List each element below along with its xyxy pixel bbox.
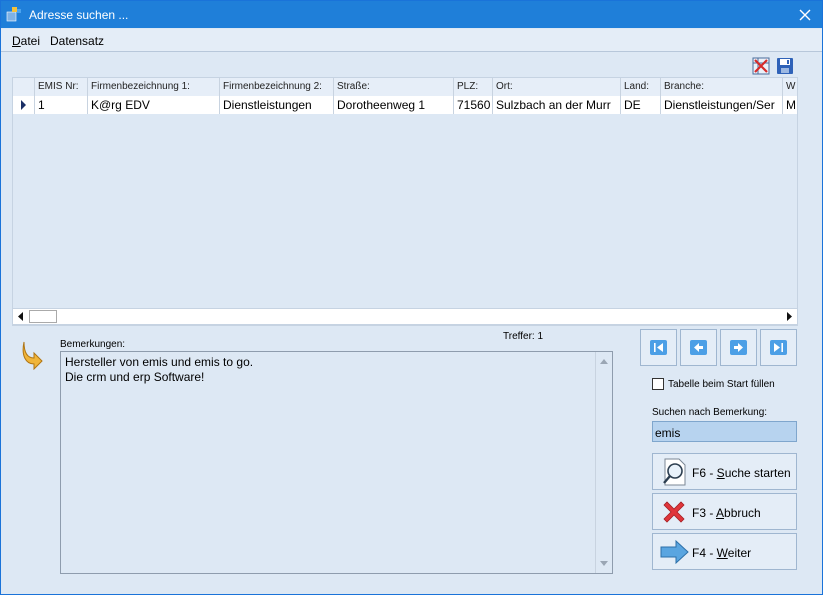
app-icon <box>6 7 21 22</box>
column-header-ort[interactable]: Ort: <box>493 78 621 96</box>
row-selector[interactable] <box>13 96 35 114</box>
results-grid[interactable]: EMIS Nr: Firmenbezeichnung 1: Firmenbeze… <box>12 77 798 326</box>
menu-datensatz[interactable]: Datensatz <box>50 34 104 48</box>
cancel-x-icon <box>663 501 685 523</box>
grid-header: EMIS Nr: Firmenbezeichnung 1: Firmenbeze… <box>13 78 797 96</box>
cancel-button[interactable]: F3 - Abbruch <box>652 493 797 530</box>
column-header-branche[interactable]: Branche: <box>661 78 783 96</box>
search-remark-label: Suchen nach Bemerkung: <box>652 407 768 418</box>
first-record-button[interactable] <box>640 329 677 366</box>
hits-count: Treffer: 1 <box>503 331 544 342</box>
scroll-up-icon[interactable] <box>598 356 610 366</box>
previous-record-icon <box>694 343 703 352</box>
next-label: F4 - Weiter <box>692 546 752 560</box>
column-header-land[interactable]: Land: <box>621 78 661 96</box>
last-record-icon <box>774 343 783 352</box>
fill-table-checkbox[interactable] <box>652 378 664 390</box>
menu-bar: Datei Datensatz <box>1 29 822 52</box>
cell-emis-nr[interactable]: 1 <box>35 96 88 114</box>
remarks-label: Bemerkungen: <box>60 339 126 350</box>
fill-table-label[interactable]: Tabelle beim Start füllen <box>668 379 775 390</box>
next-record-button[interactable] <box>720 329 757 366</box>
column-header-firmenbezeichnung-2[interactable]: Firmenbezeichnung 2: <box>220 78 334 96</box>
column-header-w[interactable]: W <box>783 78 797 96</box>
start-search-label: F6 - Suche starten <box>692 466 791 480</box>
window-title: Adresse suchen ... <box>29 8 129 22</box>
delete-column-icon[interactable] <box>752 57 770 75</box>
scroll-thumb[interactable] <box>29 310 57 323</box>
cell-branche[interactable]: Dienstleistungen/Ser <box>661 96 783 114</box>
address-search-window: Adresse suchen ... Datei Datensatz EMIS … <box>0 0 823 595</box>
magnifier-icon <box>663 458 686 486</box>
next-button[interactable]: F4 - Weiter <box>652 533 797 570</box>
column-header-firmenbezeichnung-1[interactable]: Firmenbezeichnung 1: <box>88 78 220 96</box>
cell-plz[interactable]: 71560 <box>454 96 493 114</box>
curved-arrow-icon <box>22 341 43 370</box>
column-header-plz[interactable]: PLZ: <box>454 78 493 96</box>
current-row-icon <box>21 100 26 110</box>
cell-ort[interactable]: Sulzbach an der Murr <box>493 96 621 114</box>
first-record-icon <box>654 343 663 352</box>
scroll-right-icon[interactable] <box>781 309 797 324</box>
arrow-right-icon <box>660 539 689 565</box>
close-icon[interactable] <box>794 4 816 26</box>
previous-record-button[interactable] <box>680 329 717 366</box>
cell-firmenbezeichnung-1[interactable]: K@rg EDV <box>88 96 220 114</box>
cell-strasse[interactable]: Dorotheenweg 1 <box>334 96 454 114</box>
cell-land[interactable]: DE <box>621 96 661 114</box>
scroll-left-icon[interactable] <box>13 309 29 324</box>
cell-w[interactable]: M <box>783 96 797 114</box>
remarks-textarea[interactable]: Hersteller von emis und emis to go. Die … <box>60 351 613 574</box>
column-header-strasse[interactable]: Straße: <box>334 78 454 96</box>
menu-datei[interactable]: Datei <box>12 34 40 48</box>
cancel-label: F3 - Abbruch <box>692 506 761 520</box>
start-search-button[interactable]: F6 - Suche starten <box>652 453 797 490</box>
save-icon[interactable] <box>776 57 794 75</box>
title-bar: Adresse suchen ... <box>1 1 822 28</box>
horizontal-scrollbar[interactable] <box>12 308 798 325</box>
table-row[interactable]: 1 K@rg EDV Dienstleistungen Dorotheenweg… <box>13 96 797 114</box>
last-record-button[interactable] <box>760 329 797 366</box>
remarks-vertical-scrollbar[interactable] <box>595 352 612 573</box>
row-indicator-header <box>13 78 35 96</box>
next-record-icon <box>734 343 743 352</box>
scroll-down-icon[interactable] <box>598 559 610 569</box>
cell-firmenbezeichnung-2[interactable]: Dienstleistungen <box>220 96 334 114</box>
search-remark-input[interactable] <box>652 421 797 442</box>
column-header-emis-nr[interactable]: EMIS Nr: <box>35 78 88 96</box>
remarks-text: Hersteller von emis und emis to go. Die … <box>65 355 254 384</box>
